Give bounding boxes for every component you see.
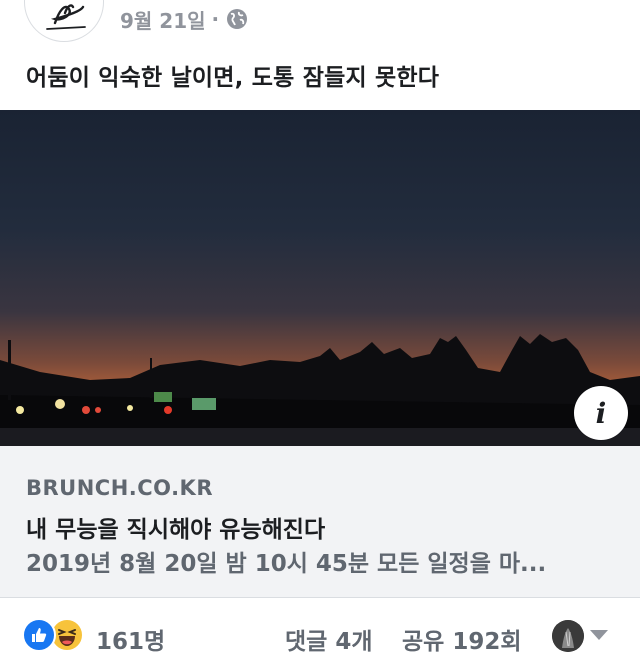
page-avatar[interactable] <box>24 0 104 42</box>
link-domain: BRUNCH.CO.KR <box>26 476 213 500</box>
chevron-down-icon[interactable] <box>590 630 608 640</box>
globe-icon[interactable] <box>225 7 249 31</box>
link-preview-image[interactable]: i <box>0 110 640 446</box>
viewer-avatar[interactable] <box>552 620 584 652</box>
post-meta: 9월 21일 · <box>120 4 249 34</box>
link-preview-info[interactable]: BRUNCH.CO.KR 내 무능을 직시해야 유능해진다 2019년 8월 2… <box>0 446 640 598</box>
shares-count[interactable]: 공유 192회 <box>402 622 522 656</box>
sunset-photo <box>0 110 640 446</box>
facebook-post: 9월 21일 · 어둠이 익숙한 날이면, 도통 잠들지 못한다 i BRUNC… <box>0 0 640 661</box>
reaction-count[interactable]: 161명 <box>96 622 165 656</box>
comments-count[interactable]: 댓글 4개 <box>285 622 373 656</box>
like-icon[interactable] <box>22 618 56 652</box>
link-description: 2019년 8월 20일 밤 10시 45분 모든 일정을 마... <box>26 551 547 577</box>
post-date[interactable]: 9월 21일 <box>120 5 206 34</box>
post-header: 9월 21일 · <box>0 0 640 44</box>
link-title: 내 무능을 직시해야 유능해진다 <box>26 517 326 543</box>
post-text: 어둠이 익숙한 날이면, 도통 잠들지 못한다 <box>26 65 440 91</box>
meta-separator: · <box>211 7 220 31</box>
info-icon: i <box>595 396 607 430</box>
info-button[interactable]: i <box>574 386 628 440</box>
signature-logo <box>46 4 86 30</box>
reactions-bar: 161명 댓글 4개 공유 192회 <box>0 612 640 661</box>
